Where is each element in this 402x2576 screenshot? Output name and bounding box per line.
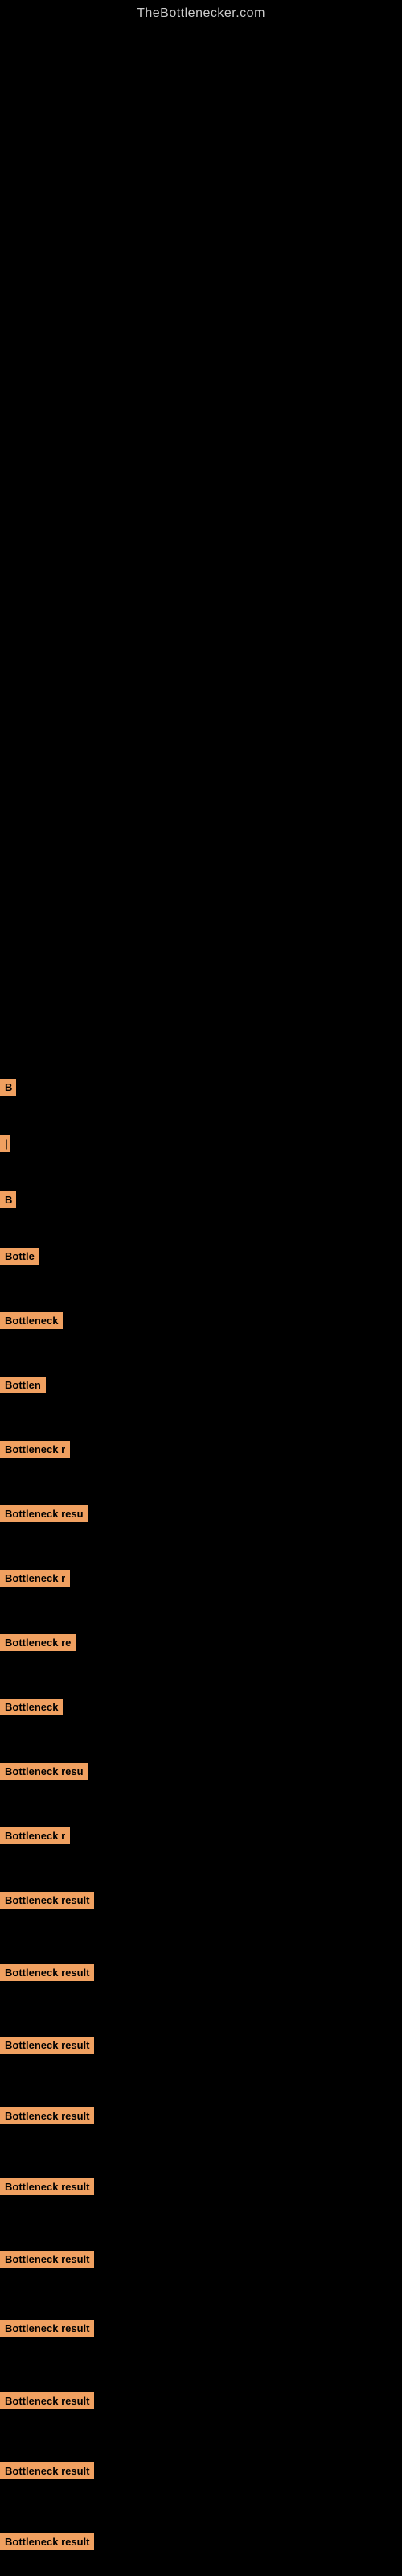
- bottleneck-label-9: Bottleneck r: [0, 1570, 70, 1587]
- bottleneck-label-13: Bottleneck r: [0, 1827, 70, 1844]
- bottleneck-label-21: Bottleneck result: [0, 2392, 94, 2409]
- bottleneck-label-22: Bottleneck result: [0, 2462, 94, 2479]
- bottleneck-label-6: Bottlen: [0, 1377, 46, 1393]
- bottleneck-label-5: Bottleneck: [0, 1312, 63, 1329]
- bottleneck-label-23: Bottleneck result: [0, 2533, 94, 2550]
- bottleneck-label-18: Bottleneck result: [0, 2178, 94, 2195]
- bottleneck-label-14: Bottleneck result: [0, 1892, 94, 1909]
- bottleneck-label-16: Bottleneck result: [0, 2037, 94, 2054]
- bottleneck-label-17: Bottleneck result: [0, 2107, 94, 2124]
- bottleneck-label-2: |: [0, 1135, 10, 1152]
- bottleneck-label-4: Bottle: [0, 1248, 39, 1265]
- bottleneck-label-12: Bottleneck resu: [0, 1763, 88, 1780]
- bottleneck-label-3: B: [0, 1191, 16, 1208]
- site-title: TheBottlenecker.com: [0, 0, 402, 21]
- bottleneck-label-1: B: [0, 1079, 16, 1096]
- bottleneck-label-20: Bottleneck result: [0, 2320, 94, 2337]
- bottleneck-label-19: Bottleneck result: [0, 2251, 94, 2268]
- bottleneck-label-11: Bottleneck: [0, 1699, 63, 1715]
- bottleneck-label-10: Bottleneck re: [0, 1634, 76, 1651]
- bottleneck-label-7: Bottleneck r: [0, 1441, 70, 1458]
- bottleneck-label-8: Bottleneck resu: [0, 1505, 88, 1522]
- bottleneck-label-15: Bottleneck result: [0, 1964, 94, 1981]
